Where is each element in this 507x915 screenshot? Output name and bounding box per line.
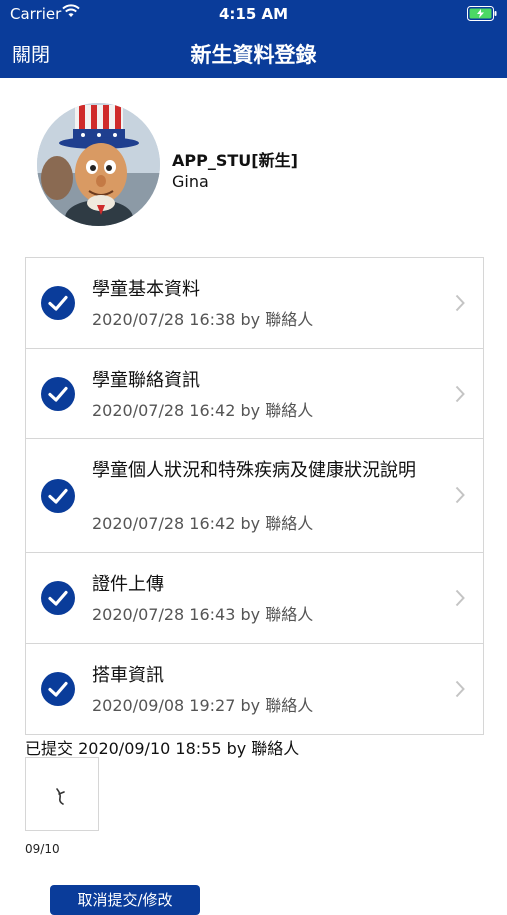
section-meta: 2020/07/28 16:42 by 聯絡人 [92, 401, 314, 420]
section-row-health-info[interactable]: 學童個人狀況和特殊疾病及健康狀況說明 2020/07/28 16:42 by 聯… [26, 439, 483, 553]
check-circle-icon [41, 581, 75, 615]
student-subtitle: Gina [172, 172, 209, 191]
check-circle-icon [41, 377, 75, 411]
section-meta: 2020/07/28 16:43 by 聯絡人 [92, 605, 314, 624]
chevron-right-icon [455, 486, 465, 504]
check-circle-icon [41, 286, 75, 320]
signature-image [56, 788, 65, 805]
signature-thumbnail[interactable] [25, 757, 99, 831]
submission-status: 已提交 2020/09/10 18:55 by 聯絡人 [25, 739, 300, 758]
section-row-bus-info[interactable]: 搭車資訊 2020/09/08 19:27 by 聯絡人 [26, 644, 483, 734]
chevron-right-icon [455, 589, 465, 607]
check-circle-icon [41, 672, 75, 706]
navigation-bar: 關閉 新生資料登錄 [0, 28, 507, 78]
section-label: 學童聯絡資訊 [92, 370, 200, 391]
chevron-right-icon [455, 294, 465, 312]
section-meta: 2020/07/28 16:38 by 聯絡人 [92, 310, 314, 329]
section-label: 證件上傳 [92, 574, 164, 595]
page-title: 新生資料登錄 [190, 43, 317, 67]
section-row-basic-info[interactable]: 學童基本資料 2020/07/28 16:38 by 聯絡人 [26, 258, 483, 349]
chevron-right-icon [455, 385, 465, 403]
section-row-document-upload[interactable]: 證件上傳 2020/07/28 16:43 by 聯絡人 [26, 553, 483, 644]
section-meta: 2020/09/08 19:27 by 聯絡人 [92, 696, 314, 715]
student-name: APP_STU[新生] [172, 151, 298, 170]
section-row-contact-info[interactable]: 學童聯絡資訊 2020/07/28 16:42 by 聯絡人 [26, 349, 483, 439]
check-circle-icon [41, 479, 75, 513]
cancel-submission-button[interactable]: 取消提交/修改 [50, 885, 200, 915]
avatar [37, 103, 160, 226]
registration-section-list: 學童基本資料 2020/07/28 16:38 by 聯絡人 學童聯絡資訊 20… [25, 257, 484, 735]
status-time: 4:15 AM [218, 5, 289, 23]
battery-charging-icon [467, 6, 497, 21]
avatar-image [37, 103, 160, 226]
section-label: 學童基本資料 [92, 279, 200, 300]
chevron-right-icon [455, 680, 465, 698]
section-meta: 2020/07/28 16:42 by 聯絡人 [92, 514, 314, 533]
section-label: 學童個人狀況和特殊疾病及健康狀況說明 [92, 460, 416, 481]
status-bar: Carrier 4:15 AM [0, 0, 507, 28]
signature-date: 09/10 [25, 842, 60, 856]
section-label: 搭車資訊 [92, 665, 164, 686]
